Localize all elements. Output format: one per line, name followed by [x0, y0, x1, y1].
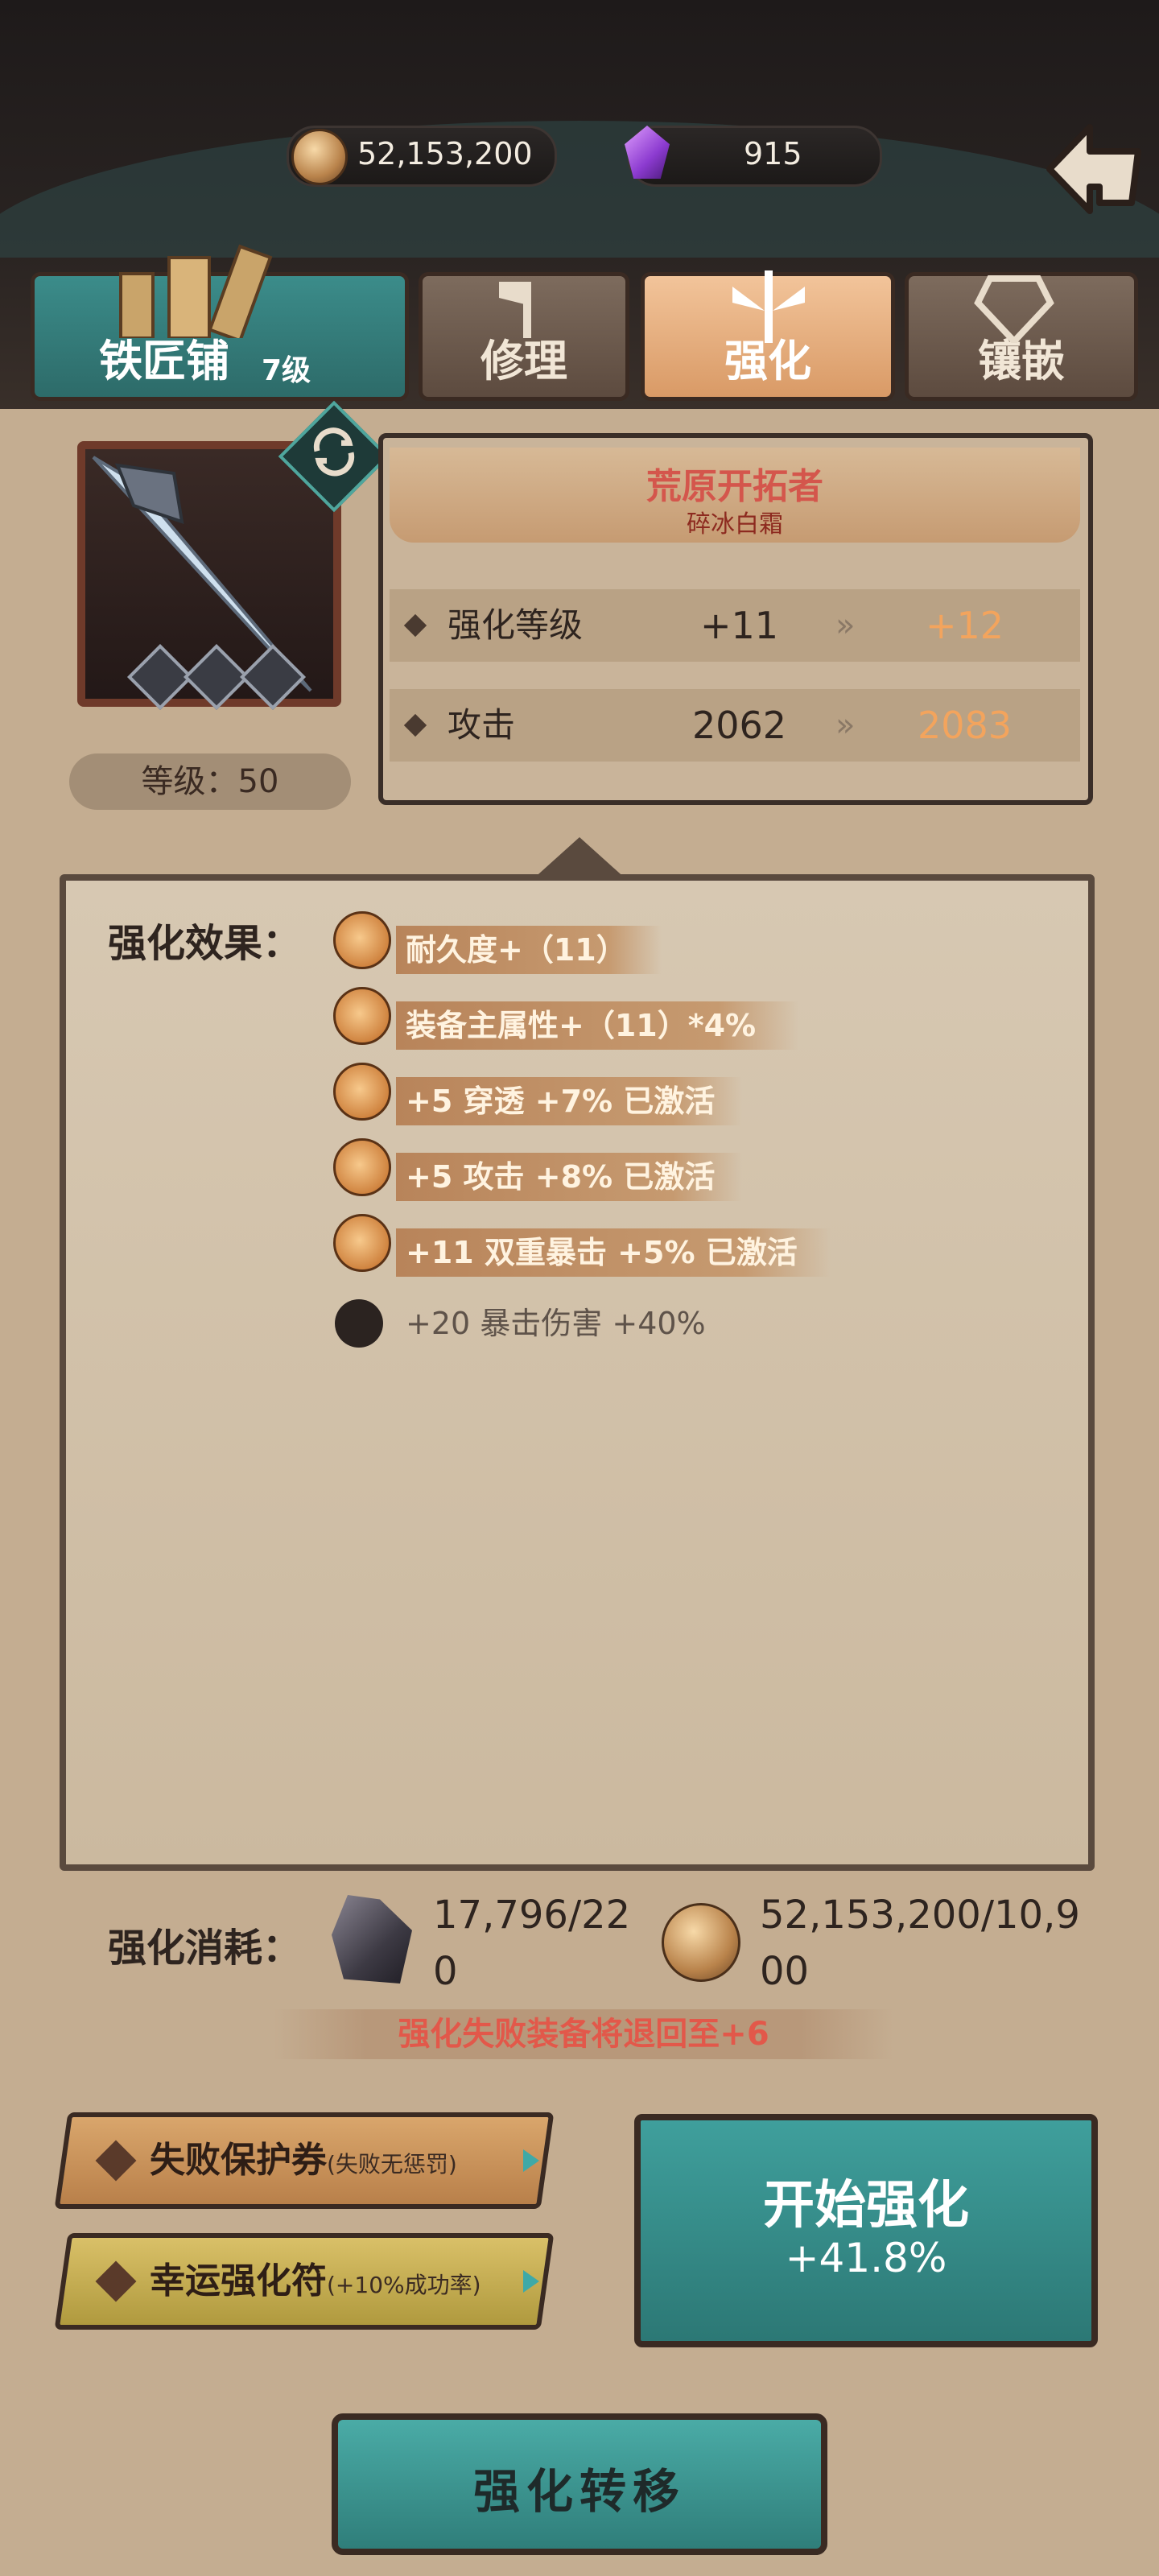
item-name: 荒原开拓者 — [646, 466, 823, 507]
protect-label-note: (失败无惩罚) — [327, 2151, 457, 2178]
axe-icon — [483, 274, 571, 338]
back-arrow-icon — [1046, 124, 1141, 214]
effect-text: +5 攻击 +8% 已激活 — [406, 1159, 716, 1195]
item-subname: 碎冰白霜 — [687, 510, 783, 539]
protect-ticket-label: 失败保护券(失败无惩罚) — [150, 2112, 457, 2213]
effect-text: 耐久度+（11） — [406, 932, 627, 968]
coin-icon — [662, 1903, 740, 1982]
effect-inactive-text: +20 暴击伤害 +40% — [406, 1306, 706, 1341]
cost-title: 强化消耗： — [108, 1926, 302, 1971]
coin-icon — [291, 129, 348, 185]
stat-label: 攻击 — [448, 705, 516, 745]
arrow-right-icon — [523, 2270, 539, 2293]
effects-title: 强化效果： — [108, 921, 302, 966]
success-rate: +41.8% — [785, 2235, 947, 2281]
winged-sword-icon — [724, 270, 813, 343]
effect-text: 装备主属性+（11）*4% — [406, 1008, 757, 1043]
back-button[interactable] — [1041, 113, 1148, 225]
anvil-tools-icon — [97, 242, 306, 343]
item-level: 等级：50 — [69, 753, 351, 810]
protect-label-text: 失败保护券 — [150, 2140, 327, 2181]
inlay-gem-icon — [974, 270, 1054, 346]
tab-blacksmith-level: 7级 — [262, 354, 311, 387]
arrow-right-icon: » — [835, 707, 856, 744]
swirl-effect-icon — [333, 911, 391, 969]
swirl-effect-icon — [333, 1063, 391, 1121]
effect-text: +5 穿透 +7% 已激活 — [406, 1084, 716, 1119]
stat-label: 强化等级 — [448, 605, 584, 645]
swap-arrows-icon — [313, 427, 355, 477]
stat-next: 2083 — [918, 704, 1013, 747]
lucky-charm-label: 幸运强化符(+10%成功率) — [150, 2233, 481, 2334]
arrow-right-icon: » — [835, 607, 856, 644]
gem-amount: 915 — [744, 136, 802, 171]
swirl-effect-icon — [333, 1214, 391, 1272]
stat-current: +11 — [700, 604, 779, 647]
enhance-transfer-label: 强化转移 — [472, 2464, 686, 2519]
lucky-label-text: 幸运强化符 — [150, 2260, 327, 2301]
gold-amount: 52,153,200 — [357, 136, 533, 171]
locked-effect-icon — [335, 1299, 383, 1348]
start-enhance-label: 开始强化 — [763, 2176, 969, 2235]
swirl-effect-icon — [333, 987, 391, 1045]
stat-next: +12 — [926, 604, 1004, 647]
arrow-right-icon — [523, 2149, 539, 2172]
gold-cost: 52,153,200/10,900 — [760, 1893, 1080, 1994]
effect-text: +11 双重暴击 +5% 已激活 — [406, 1235, 798, 1270]
swirl-effect-icon — [333, 1138, 391, 1196]
stat-current: 2062 — [692, 704, 787, 747]
ore-cost: 17,796/220 — [433, 1893, 631, 1994]
failure-warning: 强化失败装备将退回至+6 — [398, 2016, 769, 2053]
lucky-label-note: (+10%成功率) — [327, 2272, 481, 2298]
